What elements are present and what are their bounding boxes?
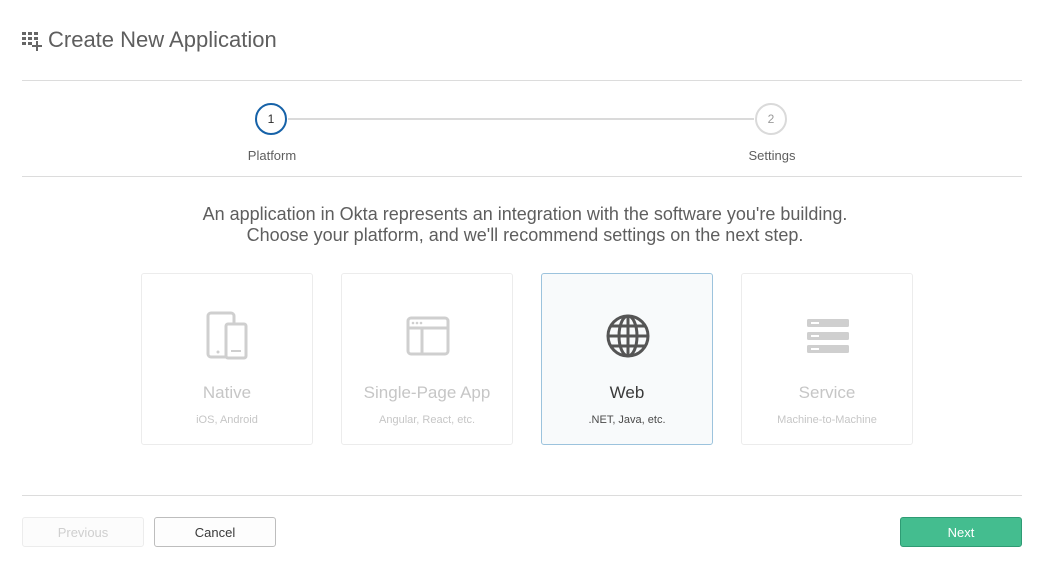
cancel-button[interactable]: Cancel (154, 517, 276, 547)
step-1-label: Platform (247, 148, 297, 163)
platform-title: Service (798, 383, 856, 402)
platform-subtitle: Angular, React, etc. (379, 414, 475, 426)
step-2-label: Settings (748, 148, 796, 163)
intro-line-1: An application in Okta represents an int… (202, 204, 848, 224)
platform-title: Web (609, 383, 645, 402)
header-divider (22, 80, 1022, 81)
platform-subtitle: .NET, Java, etc. (588, 414, 666, 426)
mobile-devices-icon (203, 309, 253, 363)
add-apps-icon (22, 31, 44, 53)
intro-text: An application in Okta represents an int… (22, 204, 1028, 246)
step-2-indicator: 2 (755, 103, 787, 135)
platform-tile-native[interactable]: Native iOS, Android (141, 273, 313, 445)
platform-subtitle: iOS, Android (196, 414, 258, 426)
page-title: Create New Application (48, 27, 277, 52)
stepper-divider (22, 176, 1022, 177)
stepper-track (288, 118, 754, 120)
platform-title: Native (202, 383, 252, 402)
platform-tile-single-page-app[interactable]: Single-Page App Angular, React, etc. (341, 273, 513, 445)
platform-subtitle: Machine-to-Machine (777, 414, 877, 426)
browser-window-icon (403, 309, 453, 363)
server-stack-icon (803, 309, 853, 363)
footer-divider (22, 495, 1022, 496)
platform-tile-web[interactable]: Web .NET, Java, etc. (541, 273, 713, 445)
platform-title: Single-Page App (363, 383, 491, 402)
intro-line-2: Choose your platform, and we'll recommen… (246, 225, 804, 245)
previous-button[interactable]: Previous (22, 517, 144, 547)
platform-tile-service[interactable]: Service Machine-to-Machine (741, 273, 913, 445)
globe-icon (603, 309, 653, 363)
next-button[interactable]: Next (900, 517, 1022, 547)
step-1-indicator: 1 (255, 103, 287, 135)
